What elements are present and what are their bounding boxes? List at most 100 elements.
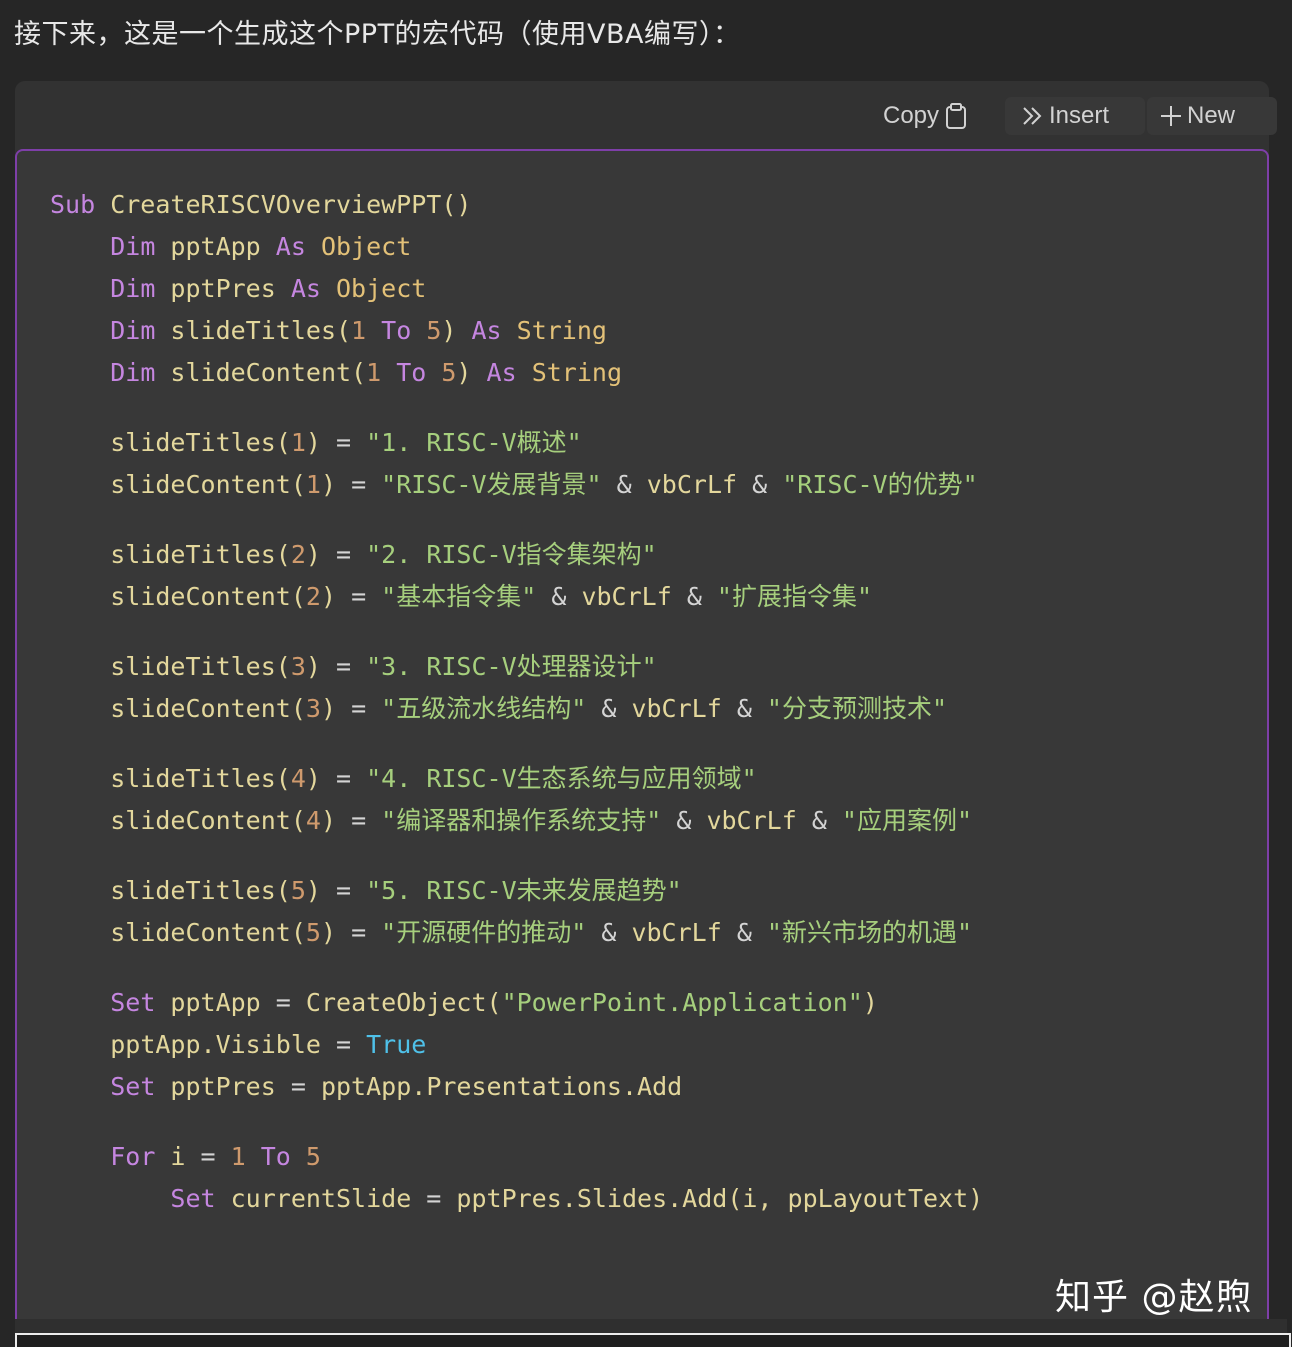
code-token: &: [661, 806, 692, 835]
code-token: ): [320, 694, 352, 723]
code-line: slideTitles(5) = "5. RISC-V未来发展趋势": [50, 870, 983, 912]
code-token: ): [320, 918, 352, 947]
code-token: vbCrLf: [616, 918, 737, 947]
code-token: 5: [290, 876, 306, 905]
code-token: =: [336, 764, 352, 793]
code-token: Set: [170, 1184, 216, 1213]
code-line: Dim pptApp As Object: [50, 226, 983, 268]
code-token: ): [320, 470, 352, 499]
code-token: slideContent(: [110, 918, 306, 947]
code-token: As: [275, 232, 306, 261]
code-token: vbCrLf: [616, 694, 737, 723]
code-token: CreateRISCVOverviewPPT(): [95, 190, 472, 219]
code-token: =: [275, 988, 291, 1017]
code-token: ): [862, 988, 878, 1017]
code-token: "编译器和操作系统支持": [366, 806, 662, 835]
code-token: &: [586, 918, 617, 947]
code-line: slideContent(1) = "RISC-V发展背景" & vbCrLf …: [50, 464, 983, 506]
plus-icon: [1159, 104, 1183, 128]
code-token: =: [336, 1030, 352, 1059]
code-token: "五级流水线结构": [366, 694, 587, 723]
code-line: slideTitles(4) = "4. RISC-V生态系统与应用领域": [50, 758, 983, 800]
code-token: slideTitles(: [110, 876, 291, 905]
code-token: "2. RISC-V指令集架构": [351, 540, 657, 569]
code-token: =: [290, 1072, 306, 1101]
code-token: As: [290, 274, 321, 303]
code-token: =: [200, 1142, 216, 1171]
code-token: "RISC-V发展背景": [366, 470, 602, 499]
code-token: To: [245, 1142, 291, 1171]
code-token: 3: [305, 694, 321, 723]
code-token: slideTitles(: [155, 316, 352, 345]
code-token: ): [320, 582, 352, 611]
code-token: =: [336, 540, 352, 569]
code-token: 5: [411, 316, 442, 345]
code-token: "开源硬件的推动": [366, 918, 587, 947]
code-token: Dim: [110, 316, 156, 345]
code-token: To: [381, 358, 427, 387]
code-token: pptPres: [155, 1072, 291, 1101]
code-token: 1: [290, 428, 306, 457]
code-area[interactable]: Sub CreateRISCVOverviewPPT() Dim pptApp …: [15, 149, 1269, 1323]
copy-button[interactable]: Copy: [867, 97, 995, 135]
code-token: pptPres: [155, 274, 291, 303]
code-line: For i = 1 To 5: [50, 1136, 983, 1178]
code-token: ): [441, 316, 472, 345]
code-token: "4. RISC-V生态系统与应用领域": [351, 764, 757, 793]
code-toolbar: Copy Insert New: [15, 81, 1277, 149]
code-token: "基本指令集": [366, 582, 537, 611]
code-token: vbCrLf: [631, 470, 753, 499]
code-block: Copy Insert New Sub CreateRISCVOverviewP…: [15, 81, 1277, 1345]
bottom-panel: [15, 1319, 1291, 1347]
code-token: slideTitles(: [110, 764, 291, 793]
code-token: ): [305, 764, 337, 793]
code-token: pptApp: [155, 988, 276, 1017]
code-token: To: [366, 316, 412, 345]
code-token: "PowerPoint.Application": [501, 988, 863, 1017]
code-token: &: [736, 918, 752, 947]
code-token: Dim: [110, 358, 156, 387]
code-token: &: [601, 470, 632, 499]
code-token: ): [305, 876, 337, 905]
code-token: "应用案例": [826, 806, 973, 835]
code-line: pptApp.Visible = True: [50, 1024, 983, 1066]
code-token: pptApp.Visible: [110, 1030, 336, 1059]
code-token: &: [536, 582, 567, 611]
new-button[interactable]: New: [1147, 97, 1277, 135]
code-line: slideContent(2) = "基本指令集" & vbCrLf & "扩展…: [50, 576, 983, 618]
code-token: 4: [305, 806, 321, 835]
code-token: As: [486, 358, 517, 387]
code-line: Dim slideContent(1 To 5) As String: [50, 352, 983, 394]
code-line: slideContent(4) = "编译器和操作系统支持" & vbCrLf …: [50, 800, 983, 842]
code-line: Set pptPres = pptApp.Presentations.Add: [50, 1066, 983, 1108]
code-token: "分支预测技术": [751, 694, 948, 723]
copy-button-label: Copy: [883, 102, 940, 129]
code-token: currentSlide: [215, 1184, 427, 1213]
code-line: slideTitles(2) = "2. RISC-V指令集架构": [50, 534, 983, 576]
code-token: Sub: [50, 190, 96, 219]
code-token: Object: [305, 232, 412, 261]
code-token: =: [336, 428, 352, 457]
code-token: slideTitles(: [110, 540, 291, 569]
insert-button[interactable]: Insert: [1005, 97, 1145, 135]
code-token: 5: [305, 918, 321, 947]
code-token: Set: [110, 988, 156, 1017]
intro-text: 接下来，这是一个生成这个PPT的宏代码（使用VBA编写）：: [14, 19, 741, 50]
code-token: CreateObject(: [290, 988, 502, 1017]
code-token: =: [351, 582, 367, 611]
code-token: "RISC-V的优势": [767, 470, 978, 499]
code-token: =: [351, 470, 367, 499]
code-line: slideContent(5) = "开源硬件的推动" & vbCrLf & "…: [50, 912, 983, 954]
code-token: slideContent(: [110, 470, 306, 499]
code-token: &: [752, 470, 768, 499]
code-token: =: [351, 918, 367, 947]
code-token: =: [426, 1184, 442, 1213]
code-token: "3. RISC-V处理器设计": [351, 652, 657, 681]
new-button-label: New: [1187, 102, 1236, 129]
code-token: ): [456, 358, 487, 387]
code-token: 3: [290, 652, 306, 681]
